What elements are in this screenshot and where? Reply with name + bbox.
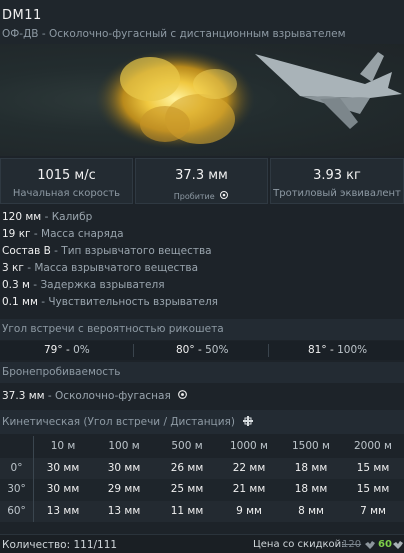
value-cell: 22 мм	[232, 461, 266, 474]
value-cell: 30 мм	[46, 483, 80, 495]
aircraft-graphic	[255, 52, 402, 129]
value-cell: 26 мм	[170, 461, 204, 474]
muzzle-velocity-value: 1015 м/с	[37, 168, 96, 183]
explosion-graphic	[95, 49, 255, 149]
kinetic-title: Кинетическая (Угол встречи / Дистанция)	[2, 416, 235, 428]
value-cell: 9 мм	[236, 504, 262, 517]
penetration-section-header: Бронепробиваемость	[0, 362, 404, 383]
distance-header: 500 м	[171, 440, 203, 452]
distance-header: 1500 м	[292, 440, 330, 452]
value-cell: 13 мм	[107, 504, 141, 517]
stats-row: 1015 м/с Начальная скорость 37.3 мм Проб…	[0, 156, 404, 206]
shell-type: ОФ-ДВ	[2, 28, 39, 40]
shell-preview-image	[0, 44, 404, 156]
param-fuse-sensitivity: 0.1 мм - Чувствительность взрывателя	[2, 296, 218, 308]
quantity-text: Количество: 111/111	[2, 539, 118, 551]
tnt-equivalent-value: 3.93 кг	[313, 168, 361, 183]
penetration-label-wrap: Пробитие	[136, 190, 267, 201]
ricochet-divider	[133, 344, 134, 357]
kinetic-section-header: Кинетическая (Угол встречи / Дистанция)	[0, 410, 404, 434]
angle-cell: 30°	[7, 483, 26, 495]
muzzle-velocity-label: Начальная скорость	[12, 188, 121, 199]
shell-info-panel: DM11 ОФ-ДВ - Осколочно-фугасный с дистан…	[0, 0, 404, 553]
value-cell: 25 мм	[170, 483, 204, 495]
angle-cell: 0°	[10, 461, 23, 474]
value-cell: 13 мм	[46, 504, 80, 517]
stat-tnt-equivalent: 3.93 кг Тротиловый эквивалент	[270, 158, 404, 204]
stat-penetration: 37.3 мм Пробитие	[135, 158, 268, 204]
crosshair-icon	[243, 416, 254, 426]
value-cell: 18 мм	[294, 483, 328, 495]
shell-params-list: 120 мм - Калибр 19 кг - Масса снаряда Со…	[0, 211, 404, 313]
ricochet-item-1: 79° - 0%	[44, 344, 90, 356]
angle-cell: 60°	[7, 504, 26, 517]
value-cell: 8 мм	[298, 504, 324, 517]
shell-name: DM11	[2, 8, 42, 23]
shell-description: Осколочно-фугасный с дистанционным взрыв…	[48, 28, 346, 40]
penetration-label: Пробитие	[173, 192, 215, 201]
distance-header: 100 м	[108, 440, 140, 452]
value-cell: 21 мм	[232, 483, 266, 495]
discount-price-label: Цена со скидкой:	[253, 539, 345, 550]
param-explosive-mass: 3 кг - Масса взрывчатого вещества	[2, 262, 199, 274]
value-cell: 15 мм	[356, 483, 390, 495]
footer-bar: Количество: 111/111 Цена со скидкой: 120…	[0, 534, 404, 553]
value-cell: 30 мм	[46, 461, 80, 474]
value-cell: 11 мм	[170, 504, 204, 517]
penetration-value: 37.3 мм	[175, 168, 228, 183]
ricochet-item-2: 80° - 50%	[176, 344, 229, 356]
param-caliber: 120 мм - Калибр	[2, 211, 93, 223]
new-price: 60	[378, 539, 392, 550]
value-cell: 29 мм	[107, 483, 141, 495]
distance-header: 10 м	[50, 440, 76, 452]
value-cell: 30 мм	[107, 461, 141, 474]
tnt-equivalent-label: Тротиловый эквивалент	[273, 188, 401, 199]
param-explosive-type: Состав B - Тип взрывчатого вещества	[2, 245, 212, 257]
he-target-icon	[178, 390, 188, 399]
silver-lions-icon	[365, 541, 375, 549]
param-shell-mass: 19 кг - Масса снаряда	[2, 228, 124, 240]
he-penetration-label: Осколочно-фугасная	[55, 390, 171, 402]
old-price: 120	[342, 539, 362, 550]
silver-lions-icon	[393, 541, 403, 549]
he-penetration-value: 37.3 мм	[2, 390, 45, 402]
value-cell: 7 мм	[360, 504, 386, 517]
value-cell: 18 мм	[294, 461, 328, 474]
ricochet-divider	[268, 344, 269, 357]
param-fuse-delay: 0.3 м - Задержка взрывателя	[2, 279, 165, 291]
ricochet-section-header: Угол встречи с вероятностью рикошета	[0, 319, 404, 340]
kinetic-penetration-table: 10 м 100 м 500 м 1000 м 1500 м 2000 м 0°…	[0, 436, 404, 522]
stat-muzzle-velocity: 1015 м/с Начальная скорость	[0, 158, 133, 204]
penetration-target-icon	[220, 191, 229, 199]
distance-header: 2000 м	[354, 440, 392, 452]
value-cell: 15 мм	[356, 461, 390, 474]
table-header-row: 10 м 100 м 500 м 1000 м 1500 м 2000 м	[0, 436, 404, 458]
table-row: 60° 13 мм 13 мм 11 мм 9 мм 8 мм 7 мм	[0, 500, 404, 522]
ricochet-item-3: 81° - 100%	[308, 344, 368, 356]
table-row: 30° 30 мм 29 мм 25 мм 21 мм 18 мм 15 мм	[0, 479, 404, 501]
shell-subtitle: ОФ-ДВ - Осколочно-фугасный с дистанционн…	[2, 28, 346, 40]
distance-header: 1000 м	[230, 440, 268, 452]
table-row: 0° 30 мм 30 мм 26 мм 22 мм 18 мм 15 мм	[0, 457, 404, 479]
shell-header: DM11 ОФ-ДВ - Осколочно-фугасный с дистан…	[0, 0, 404, 44]
penetration-row: 37.3 мм - Осколочно-фугасная	[0, 385, 404, 407]
ricochet-row: 79° - 0% 80° - 50% 81° - 100%	[0, 341, 404, 360]
